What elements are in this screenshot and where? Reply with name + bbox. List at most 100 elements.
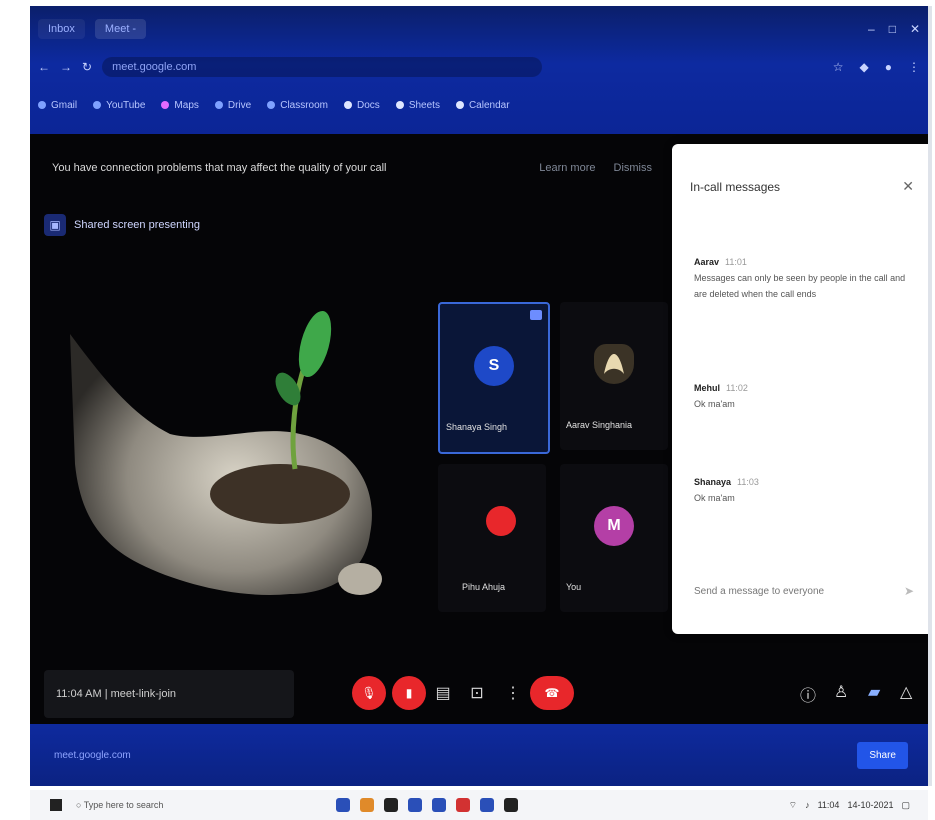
bookmark-item[interactable]: Drive	[214, 100, 251, 111]
profile-icon[interactable]: ●	[885, 60, 892, 74]
avatar	[486, 506, 516, 536]
more-options-button[interactable]: ⋮	[496, 676, 530, 710]
bookmark-item[interactable]: Calendar	[455, 99, 510, 111]
close-icon[interactable]: ✕	[902, 178, 914, 195]
word-icon[interactable]	[432, 798, 446, 812]
avatar-initial: M	[607, 517, 621, 534]
bookmark-icon	[214, 101, 223, 109]
close-button[interactable]: ✕	[910, 22, 920, 36]
windows-taskbar: ○ Type here to search ⌔ ♪ 11:04 14-10-20…	[30, 790, 928, 820]
browser-chrome: Inbox Meet - – □ ✕ ← → ↻ meet.google.com…	[30, 6, 928, 134]
tab-label: Inbox	[48, 23, 75, 35]
avatar	[594, 344, 634, 384]
bookmarks-bar: Gmail YouTube Maps Drive Classroom Docs …	[38, 94, 920, 116]
app-icon[interactable]	[504, 798, 518, 812]
notifications-icon[interactable]: ▢	[901, 800, 910, 811]
bookmark-label: Maps	[174, 99, 199, 111]
participant-tile[interactable]: ⊘ Aarav Singhania	[560, 302, 682, 450]
activities-icon[interactable]: △	[900, 682, 912, 702]
connection-banner: You have connection problems that may af…	[52, 162, 652, 174]
present-icon: ⊡	[470, 685, 484, 702]
message-text: Messages can only be seen by people in t…	[694, 273, 906, 299]
reload-icon[interactable]: ↻	[82, 60, 92, 74]
maximize-button[interactable]: □	[889, 22, 896, 36]
wifi-icon[interactable]: ⌔	[789, 800, 797, 811]
info-icon[interactable]: ⓘ	[800, 682, 816, 706]
chat-title: In-call messages	[690, 179, 781, 194]
mail-icon[interactable]	[408, 798, 422, 812]
chat-icon[interactable]: ▰	[868, 682, 880, 702]
pin-icon[interactable]	[530, 310, 542, 320]
file-explorer-icon[interactable]	[360, 798, 374, 812]
message-time: 11:02	[726, 383, 748, 393]
people-icon[interactable]: ♙	[834, 682, 848, 702]
share-button[interactable]: Share	[857, 741, 908, 769]
participant-tile[interactable]: ⊘ M You	[560, 464, 682, 612]
tab-inbox[interactable]: Inbox	[38, 19, 85, 39]
captions-button[interactable]: ▤	[426, 676, 460, 710]
bookmark-icon	[395, 101, 404, 109]
hang-up-icon: ☎	[544, 686, 560, 700]
office-icon[interactable]	[456, 798, 470, 812]
taskbar-search[interactable]: ○ Type here to search	[76, 800, 216, 810]
message-time: 11:01	[725, 257, 747, 267]
dismiss-button[interactable]: Dismiss	[614, 162, 653, 174]
clock-date[interactable]: 14-10-2021	[847, 800, 893, 810]
tab-meet[interactable]: Meet -	[94, 19, 147, 39]
chat-input[interactable]: Send a message to everyone ➤	[694, 584, 914, 598]
message-text: Ok ma'am	[694, 493, 735, 503]
avatar-initial: S	[488, 357, 500, 374]
message-time: 11:03	[737, 477, 759, 487]
bookmark-item[interactable]: Docs	[344, 100, 380, 111]
bookmark-item[interactable]: Sheets	[395, 99, 440, 111]
back-icon[interactable]: ←	[38, 60, 50, 74]
star-icon[interactable]: ☆	[833, 60, 844, 74]
message-text: Ok ma'am	[694, 399, 735, 409]
bookmark-item[interactable]: Classroom	[267, 100, 328, 111]
participant-tile[interactable]: Pihu Ahuja	[438, 464, 546, 612]
mic-off-icon: 🎙	[361, 686, 377, 700]
present-button[interactable]: ⊡	[460, 676, 494, 710]
participant-name: Shanaya Singh	[446, 422, 508, 432]
windows-start-icon[interactable]	[50, 799, 62, 811]
chat-message: Mehul 11:02 Ok ma'am	[694, 380, 912, 412]
forward-icon[interactable]: →	[60, 60, 72, 74]
participant-tile[interactable]: S Shanaya Singh	[438, 302, 550, 454]
bookmark-item[interactable]: YouTube	[93, 100, 145, 111]
camera-off-icon: ▮	[405, 686, 413, 700]
bookmark-icon	[267, 101, 276, 109]
bottom-bar: meet.google.com Share	[30, 724, 928, 786]
meeting-info-text: 11:04 AM | meet-link-join	[56, 688, 177, 700]
chat-message: Aarav 11:01 Messages can only be seen by …	[694, 254, 912, 302]
url-bar[interactable]: meet.google.com	[102, 57, 543, 77]
bookmark-label: Calendar	[468, 99, 510, 111]
minimize-button[interactable]: –	[868, 22, 875, 36]
meeting-info[interactable]: 11:04 AM | meet-link-join	[44, 670, 294, 718]
extensions-icon[interactable]: ◆	[860, 60, 869, 74]
bookmark-item[interactable]: Gmail	[38, 100, 77, 111]
menu-icon[interactable]: ⋮	[908, 60, 920, 74]
bookmark-label: Gmail	[51, 99, 78, 111]
presenting-label: Shared screen presenting	[74, 219, 200, 231]
clock-time[interactable]: 11:04	[818, 800, 840, 810]
chat-input-placeholder: Send a message to everyone	[694, 585, 825, 597]
bookmark-label: Sheets	[408, 99, 440, 111]
address-row: ← → ↻ meet.google.com ☆ ◆ ● ⋮	[38, 54, 920, 80]
mic-toggle-button[interactable]: 🎙	[352, 676, 386, 710]
leave-call-button[interactable]: ☎	[530, 676, 574, 710]
bookmark-item[interactable]: Maps	[161, 99, 199, 111]
send-icon[interactable]: ➤	[904, 584, 914, 598]
volume-icon[interactable]: ♪	[805, 800, 810, 810]
taskbar-apps	[336, 798, 518, 812]
participant-name: Aarav Singhania	[566, 420, 633, 430]
participant-name: Pihu Ahuja	[462, 582, 506, 592]
learn-more-link[interactable]: Learn more	[539, 162, 595, 174]
chat-message: Shanaya 11:03 Ok ma'am	[694, 474, 912, 506]
bottom-bar-text: meet.google.com	[54, 749, 131, 761]
camera-toggle-button[interactable]: ▮	[392, 676, 426, 710]
store-icon[interactable]	[384, 798, 398, 812]
banner-message: You have connection problems that may af…	[52, 162, 387, 174]
avatar-image	[604, 354, 624, 374]
outlook-icon[interactable]	[480, 798, 494, 812]
edge-icon[interactable]	[336, 798, 350, 812]
